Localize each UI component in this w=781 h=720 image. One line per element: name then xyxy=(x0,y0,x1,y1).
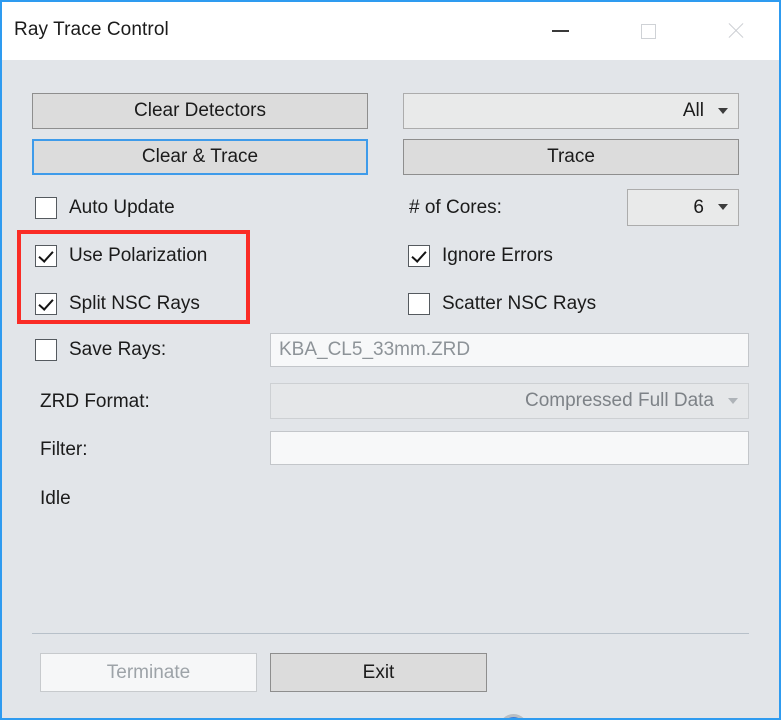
cores-dropdown-value: 6 xyxy=(693,197,704,219)
exit-button[interactable]: Exit xyxy=(270,653,487,692)
close-icon xyxy=(726,21,746,41)
scope-dropdown-value: All xyxy=(683,100,704,122)
help-icon[interactable]: ? xyxy=(499,714,528,720)
checkbox-box xyxy=(35,339,57,361)
terminate-button[interactable]: Terminate xyxy=(40,653,257,692)
minimize-icon xyxy=(552,30,569,32)
footer-separator xyxy=(32,633,749,634)
filter-label: Filter: xyxy=(40,439,88,461)
title-bar: Ray Trace Control xyxy=(2,2,779,60)
trace-button[interactable]: Trace xyxy=(403,139,739,175)
checkbox-box xyxy=(35,197,57,219)
zrd-format-dropdown[interactable]: Compressed Full Data xyxy=(270,383,749,419)
cores-dropdown[interactable]: 6 xyxy=(627,189,739,226)
checkbox-label: Scatter NSC Rays xyxy=(442,293,596,315)
chevron-down-icon xyxy=(718,204,728,210)
save-rays-label: Save Rays: xyxy=(69,339,166,361)
dialog-body: Clear Detectors Clear & Trace All Trace … xyxy=(2,60,779,718)
checkbox-scatter-nsc-rays[interactable]: Scatter NSC Rays xyxy=(408,291,596,317)
checkbox-label: Split NSC Rays xyxy=(69,293,200,315)
checkbox-auto-update[interactable]: Auto Update xyxy=(35,195,175,221)
minimize-button[interactable] xyxy=(530,2,590,60)
checkbox-label: Ignore Errors xyxy=(442,245,553,267)
checkbox-save-rays[interactable]: Save Rays: xyxy=(35,337,166,363)
chevron-down-icon xyxy=(718,108,728,114)
checkbox-box xyxy=(35,293,57,315)
checkbox-label: Auto Update xyxy=(69,197,175,219)
clear-detectors-button[interactable]: Clear Detectors xyxy=(32,93,368,129)
checkbox-label: Use Polarization xyxy=(69,245,207,267)
filter-input[interactable] xyxy=(270,431,749,465)
window-title: Ray Trace Control xyxy=(14,19,169,41)
save-rays-filename-input[interactable]: KBA_CL5_33mm.ZRD xyxy=(270,333,749,367)
chevron-down-icon xyxy=(728,398,738,404)
checkbox-split-nsc-rays[interactable]: Split NSC Rays xyxy=(35,291,200,317)
cores-label: # of Cores: xyxy=(409,197,502,219)
close-button[interactable] xyxy=(706,2,766,60)
checkbox-ignore-errors[interactable]: Ignore Errors xyxy=(408,243,553,269)
zrd-format-label: ZRD Format: xyxy=(40,391,150,413)
zrd-format-value: Compressed Full Data xyxy=(525,390,714,412)
checkbox-use-polarization[interactable]: Use Polarization xyxy=(35,243,207,269)
scope-dropdown[interactable]: All xyxy=(403,93,739,129)
maximize-icon xyxy=(641,24,656,39)
checkbox-box xyxy=(408,245,430,267)
checkbox-box xyxy=(35,245,57,267)
clear-and-trace-button[interactable]: Clear & Trace xyxy=(32,139,368,175)
ray-trace-control-window: Ray Trace Control Clear Detectors Clear … xyxy=(0,0,781,720)
status-text: Idle xyxy=(40,488,71,510)
checkbox-box xyxy=(408,293,430,315)
maximize-button[interactable] xyxy=(618,2,678,60)
